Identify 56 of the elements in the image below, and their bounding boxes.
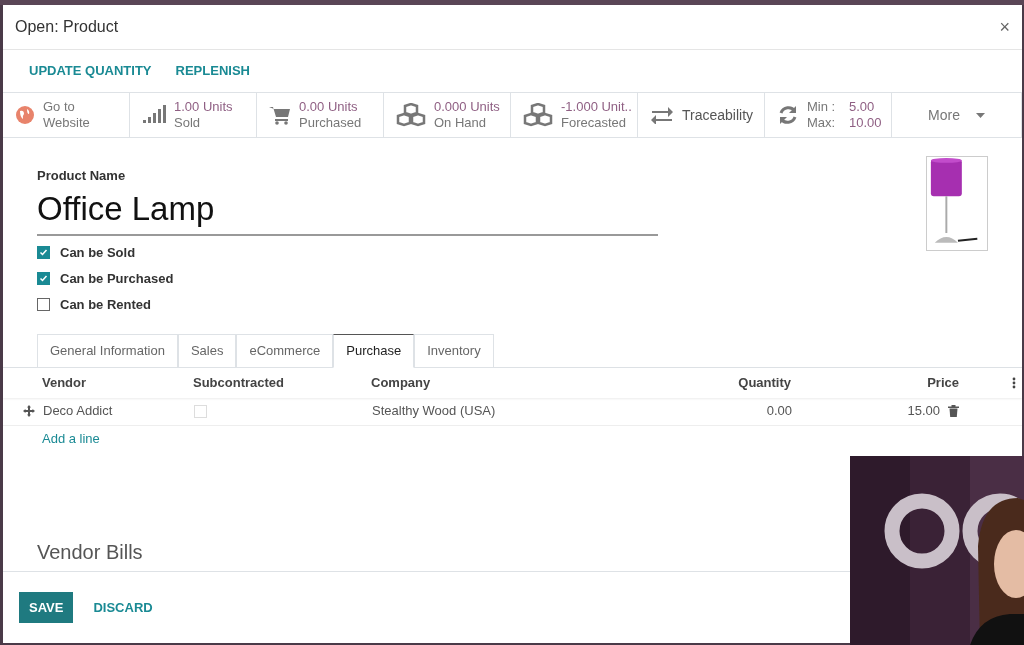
column-header: Price	[926, 373, 959, 392]
checkbox-label: Can be Purchased	[60, 269, 174, 288]
stat-button[interactable]: Min : 5.00 Max: 10.00	[765, 93, 892, 137]
min-max-label: Min :	[807, 99, 837, 115]
min-max-value: 10.00	[849, 115, 882, 131]
arrows-icon	[650, 106, 674, 124]
tab[interactable]: Inventory	[414, 333, 494, 368]
column-header: Quantity	[737, 373, 791, 392]
column-header: Company	[371, 373, 432, 392]
cart-icon	[269, 105, 291, 125]
stat-button[interactable]: 0.000 Units On Hand	[384, 93, 511, 137]
tab[interactable]: eCommerce	[236, 333, 334, 368]
tab[interactable]: General Information	[37, 333, 178, 368]
tab[interactable]: Sales	[177, 333, 237, 368]
trash-icon[interactable]	[948, 405, 959, 417]
checkbox[interactable]	[37, 298, 50, 311]
stat-button[interactable]: 1.00 Units Sold	[130, 93, 257, 137]
drag-handle-icon[interactable]	[23, 405, 35, 417]
refresh-icon	[777, 104, 799, 126]
checkbox-label: Can be Sold	[60, 243, 136, 262]
table-cell-text: Stealthy Wood (USA)	[372, 402, 497, 421]
stat-button[interactable]: 0.00 Units Purchased	[257, 93, 384, 137]
check-icon	[39, 248, 48, 257]
action-button[interactable]: REPLENISH	[175, 61, 250, 81]
caret-icon	[975, 112, 985, 118]
discard-button[interactable]: DISCARD	[89, 597, 157, 618]
bar-chart-icon	[142, 105, 166, 125]
section-title: Vendor Bills	[37, 540, 143, 565]
column-header: Vendor	[41, 373, 88, 392]
lamp-image[interactable]	[926, 156, 988, 251]
cubes-icon	[523, 103, 553, 127]
action-button[interactable]: UPDATE QUANTITY	[29, 61, 152, 81]
table-cell-text: 15.00	[906, 402, 940, 421]
min-max-label: Max:	[807, 115, 837, 131]
close-button[interactable]: ×	[999, 18, 1010, 36]
stat-button[interactable]: More	[892, 93, 1022, 137]
checkbox[interactable]	[37, 272, 50, 285]
tab[interactable]: Purchase	[333, 333, 415, 368]
checkbox[interactable]	[37, 246, 50, 259]
add-line-link[interactable]: Add a line	[42, 428, 100, 449]
min-max-value: 5.00	[849, 99, 875, 115]
save-button[interactable]: SAVE	[19, 592, 74, 623]
cubes-icon	[396, 103, 426, 127]
checkbox-label: Can be Rented	[60, 295, 151, 314]
table-cell-text: Deco Addict	[43, 402, 114, 421]
dialog-title: Open: Product	[15, 17, 119, 37]
more-icon[interactable]	[1012, 376, 1016, 389]
globe-icon	[15, 105, 35, 125]
column-header: Subcontracted	[193, 373, 285, 392]
stat-button[interactable]: -1.000 Unit.. Forecasted	[511, 93, 638, 137]
check-icon	[39, 274, 48, 283]
product-name-field[interactable]: Office Lamp	[37, 187, 658, 236]
stat-button[interactable]: Go to Website	[3, 93, 130, 137]
field-label: Product Name	[37, 167, 127, 185]
table-cell-text: 0.00	[765, 402, 792, 421]
stat-button[interactable]: Traceability	[638, 93, 765, 137]
